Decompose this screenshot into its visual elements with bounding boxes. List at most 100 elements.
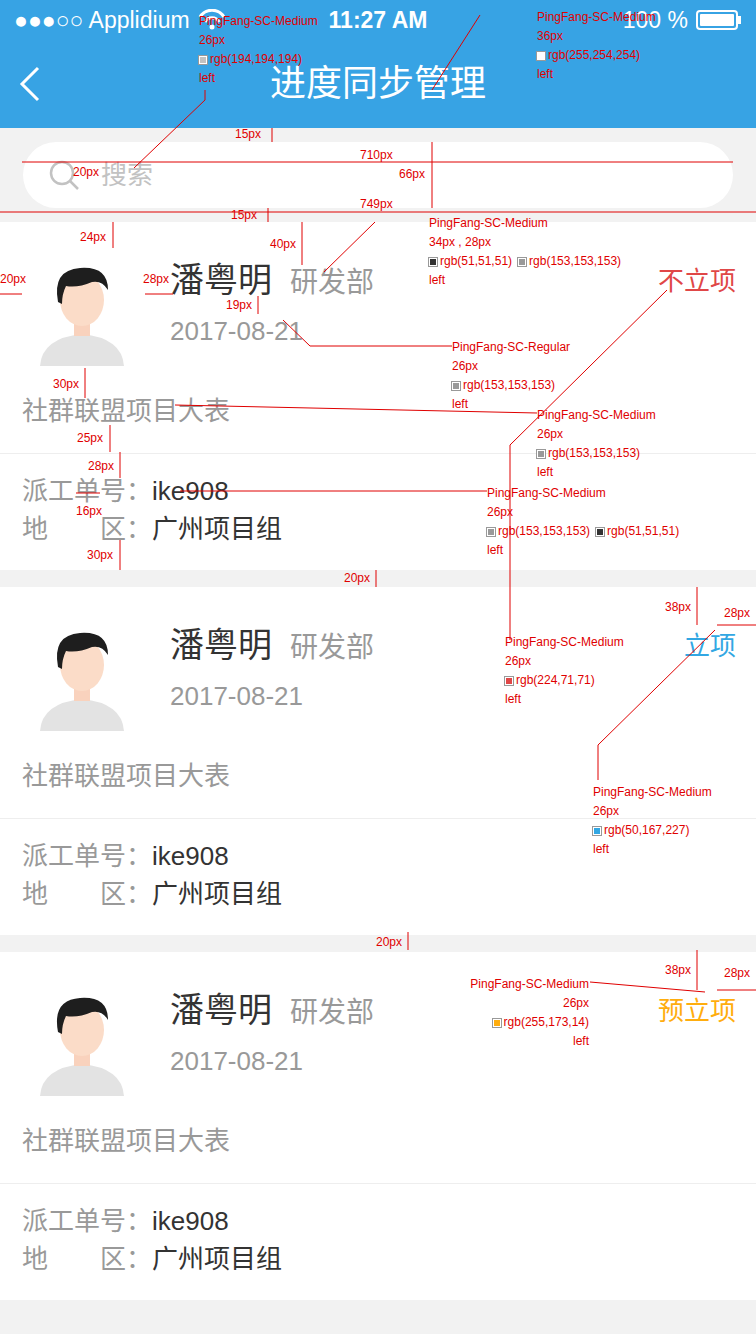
spec-annotation: PingFang-SC-Medium26pxrgb(153,153,153)rg… <box>487 484 679 560</box>
spec-annotation: PingFang-SC-Medium26pxrgb(224,71,71)left <box>505 633 624 709</box>
person-name: 潘粤明 <box>170 260 272 301</box>
dimension-label: 28px <box>143 272 169 286</box>
search-area <box>0 128 756 222</box>
spec-text: left <box>537 67 553 81</box>
order-number: ike908 <box>152 1202 229 1240</box>
task-card[interactable]: 潘粤明研发部2017-08-21不立项社群联盟项目大表派工单号：ike908地 … <box>0 222 756 570</box>
spec-annotation: PingFang-SC-Medium36pxrgb(255,254,254)le… <box>537 8 656 84</box>
spec-text: rgb(51,51,51) <box>607 524 679 538</box>
region: 广州项目组 <box>152 1240 282 1278</box>
spec-text: rgb(153,153,153) <box>548 446 640 460</box>
spec-text: 34px , 28px <box>429 235 491 249</box>
dimension-label: 28px <box>724 966 750 980</box>
spec-annotation: PingFang-SC-Medium26pxrgb(255,173,14)lef… <box>449 975 589 1051</box>
spec-text: 26px <box>505 654 531 668</box>
spec-text: PingFang-SC-Medium <box>537 10 656 24</box>
dimension-label: 20px <box>344 571 370 585</box>
dimension-label: 20px <box>0 272 26 286</box>
app-header: ●●●○○ Applidium11:27 AM100 %进度同步管理 <box>0 0 756 128</box>
spec-annotation: PingFang-SC-Regular 26px rgb(153,153,153) l… <box>452 338 570 414</box>
spec-text: left <box>487 543 503 557</box>
search-input[interactable] <box>99 155 707 196</box>
spec-text: PingFang-SC-Medium <box>470 977 589 991</box>
status-tag: 不立项 <box>658 262 736 301</box>
dimension-label: 15px <box>231 208 257 222</box>
date: 2017-08-21 <box>170 312 374 351</box>
spec-text: rgb(153,153,153) <box>463 378 555 392</box>
date: 2017-08-21 <box>170 1042 374 1081</box>
region-label: 地 区： <box>22 510 152 548</box>
dimension-label: 20px <box>376 935 402 949</box>
nav-bar: 进度同步管理 <box>0 40 756 128</box>
dimension-label: 28px <box>724 606 750 620</box>
region-label: 地 区： <box>22 875 152 913</box>
status-tag: 立项 <box>684 627 736 666</box>
color-swatch <box>537 52 545 60</box>
region-label: 地 区： <box>22 1240 152 1278</box>
dimension-label: 38px <box>665 600 691 614</box>
spec-text: PingFang-SC-Medium <box>593 785 712 799</box>
spec-text: PingFang-SC-Medium <box>429 216 548 230</box>
color-swatch <box>505 677 513 685</box>
person-name: 潘粤明 <box>170 990 272 1031</box>
back-icon[interactable] <box>18 66 42 102</box>
annotation-layer: PingFang-SC-Medium26pxrgb(194,194,194)le… <box>0 0 756 1334</box>
dimension-label: 38px <box>665 963 691 977</box>
color-swatch <box>518 258 526 266</box>
region: 广州项目组 <box>152 875 282 913</box>
spec-text: 26px <box>199 33 225 47</box>
spec-text: 26px <box>593 804 619 818</box>
dimension-label: 30px <box>87 548 113 562</box>
status-bar: ●●●○○ Applidium11:27 AM100 % <box>0 0 756 40</box>
spec-text: rgb(255,173,14) <box>504 1015 589 1029</box>
spec-annotation: PingFang-SC-Medium 34px , 28px rgb(51,51,5… <box>429 214 621 290</box>
color-swatch <box>199 56 207 64</box>
spec-annotation: PingFang-SC-Medium26pxrgb(153,153,153)le… <box>537 406 656 482</box>
spec-text: left <box>505 692 521 706</box>
wifi-icon <box>198 9 226 31</box>
person-name: 潘粤明 <box>170 625 272 666</box>
department: 研发部 <box>290 627 374 669</box>
spec-annotation: PingFang-SC-Medium26pxrgb(50,167,227)lef… <box>593 783 712 859</box>
color-swatch <box>487 528 495 536</box>
avatar-icon <box>22 976 142 1096</box>
task-card[interactable]: 潘粤明研发部 2017-08-21 立项社群联盟项目大表派工单号：ike908地 区… <box>0 587 756 935</box>
department: 研发部 <box>290 262 374 304</box>
color-swatch <box>537 450 545 458</box>
color-swatch <box>493 1019 501 1027</box>
order-label: 派工单号： <box>22 837 152 875</box>
spec-text: rgb(51,51,51) <box>440 254 512 268</box>
avatar-icon <box>22 611 142 731</box>
spec-annotation: PingFang-SC-Medium26pxrgb(194,194,194)le… <box>199 12 318 88</box>
spec-text: rgb(224,71,71) <box>516 673 595 687</box>
spec-text: PingFang-SC-Medium <box>537 408 656 422</box>
status-tag: 预立项 <box>658 992 736 1031</box>
region: 广州项目组 <box>152 510 282 548</box>
dimension-label: 28px <box>88 459 114 473</box>
dimension-label: 710px <box>360 148 393 162</box>
spec-text: rgb(255,254,254) <box>548 48 640 62</box>
dimension-label: 25px <box>77 431 103 445</box>
task-card[interactable]: 潘粤明研发部2017-08-21预立项社群联盟项目大表派工单号：ike908地 … <box>0 952 756 1300</box>
project-name: 社群联盟项目大表 <box>0 731 756 818</box>
dimension-label: 20px <box>73 165 99 179</box>
spec-text: 26px <box>487 505 513 519</box>
dimension-label: 749px <box>360 197 393 211</box>
spec-text: 26px <box>452 359 478 373</box>
color-swatch <box>596 528 604 536</box>
avatar-icon <box>22 246 142 366</box>
spec-text: PingFang-SC-Medium <box>199 14 318 28</box>
dimension-label: 15px <box>235 127 261 141</box>
spec-text: rgb(50,167,227) <box>604 823 689 837</box>
color-swatch <box>429 258 437 266</box>
spec-text: left <box>452 397 468 411</box>
spec-text: left <box>199 71 215 85</box>
color-swatch <box>593 827 601 835</box>
search-bar[interactable] <box>23 142 733 208</box>
spec-text: left <box>429 273 445 287</box>
date: 2017-08-21 <box>170 677 374 716</box>
spec-text: PingFang-SC-Regular <box>452 340 570 354</box>
order-number: ike908 <box>152 837 229 875</box>
project-name: 社群联盟项目大表 <box>0 1096 756 1183</box>
dimension-label: 19px <box>226 298 252 312</box>
